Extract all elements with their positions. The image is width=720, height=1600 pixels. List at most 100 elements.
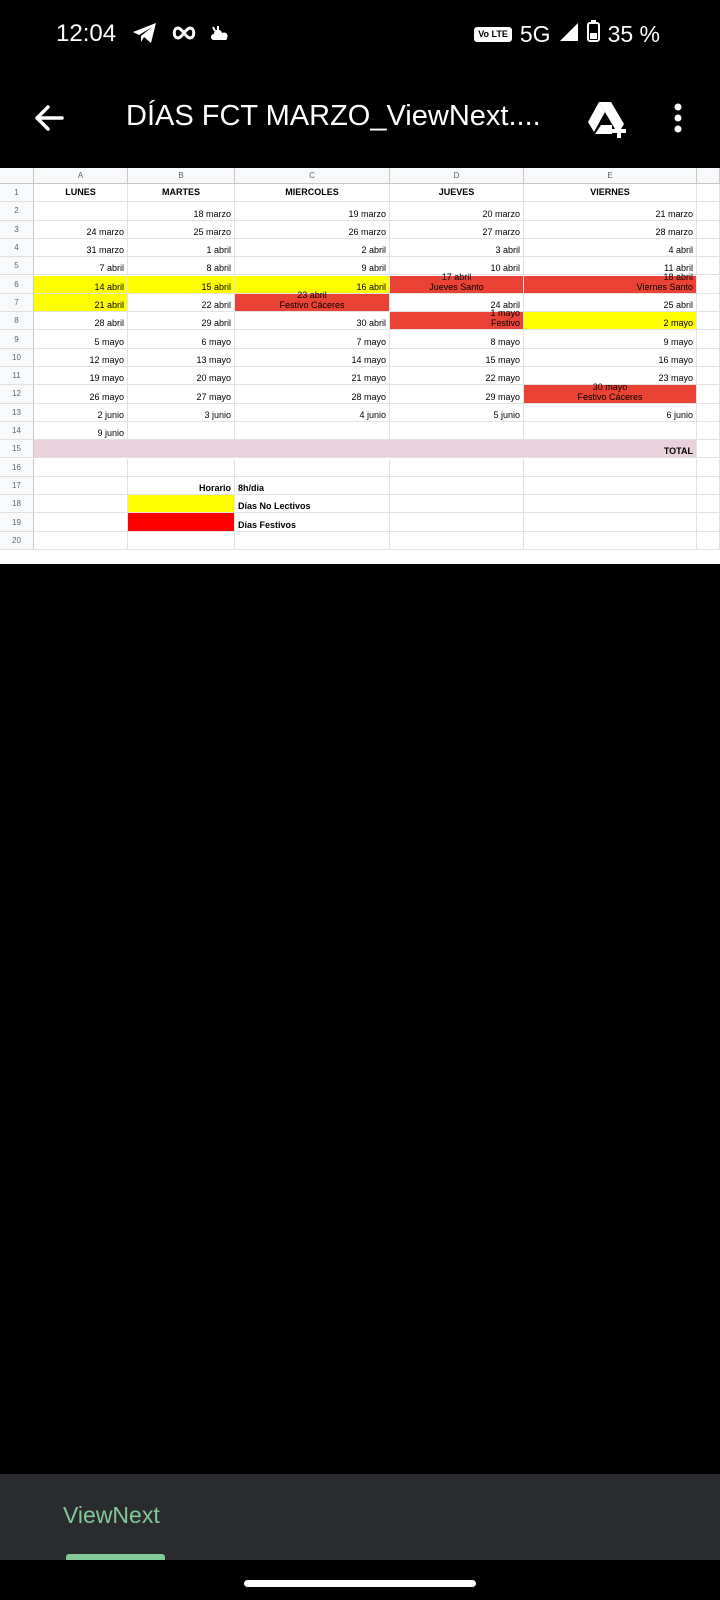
column-header-f[interactable] [697,168,720,184]
cell-e12[interactable]: 30 mayo Festivo Cáceres [524,382,697,404]
row-header-7[interactable]: 7 [0,293,34,313]
cell-b7[interactable]: 22 abril [128,293,235,313]
row-header-9[interactable]: 9 [0,330,34,349]
cell-c7[interactable]: 23 abril Festivo Cáceres [235,290,390,313]
cell-b17[interactable]: Horario [128,476,235,496]
row-header-6[interactable]: 6 [0,275,34,294]
cell-f7[interactable] [697,293,720,313]
cell-c12[interactable]: 28 mayo [235,385,390,404]
cell-c19[interactable]: Días Festivos [235,513,390,532]
row-header-14[interactable]: 14 [0,421,34,441]
cell-f11[interactable] [697,367,720,386]
column-header-c[interactable]: C [235,168,390,184]
cell-a9[interactable]: 5 mayo [34,330,128,349]
row-header-10[interactable]: 10 [0,348,34,367]
row-header-12[interactable]: 12 [0,385,34,404]
cell-c13[interactable]: 4 junio [235,403,390,422]
cell-d4[interactable]: 3 abril [390,238,524,258]
cell-f8[interactable] [697,312,720,331]
row-header-17[interactable]: 17 [0,476,34,496]
cell-a14[interactable]: 9 junio [34,421,128,441]
cell-e20[interactable] [524,531,697,550]
cell-e8[interactable]: 2 mayo [524,312,697,331]
row-header-8[interactable]: 8 [0,312,34,331]
row-header-2[interactable]: 2 [0,202,34,221]
cell-b5[interactable]: 8 abril [128,257,235,276]
row-header-1[interactable]: 1 [0,184,34,203]
back-button[interactable] [30,98,70,138]
cell-a12[interactable]: 26 mayo [34,385,128,404]
day-header-miercoles[interactable]: MIERCOLES [235,184,390,203]
cell-e2[interactable]: 21 marzo [524,202,697,221]
cell-d20[interactable] [390,531,524,550]
column-header-a[interactable]: A [34,168,128,184]
cell-d12[interactable]: 29 mayo [390,385,524,404]
cell-b9[interactable]: 6 mayo [128,330,235,349]
cell-f10[interactable] [697,348,720,367]
home-gesture-bar[interactable] [244,1580,476,1587]
cell-e18[interactable] [524,495,697,514]
cell-f18[interactable] [697,495,720,514]
more-options-button[interactable] [668,100,688,140]
cell-c11[interactable]: 21 mayo [235,367,390,386]
cell-e7[interactable]: 25 abril [524,293,697,313]
cell-d3[interactable]: 27 marzo [390,220,524,239]
cell-d13[interactable]: 5 junio [390,403,524,422]
cell-f2[interactable] [697,202,720,221]
row-header-19[interactable]: 19 [0,513,34,532]
cell-a11[interactable]: 19 mayo [34,367,128,386]
cell-f20[interactable] [697,531,720,550]
select-all-corner[interactable] [0,168,34,184]
cell-a5[interactable]: 7 abril [34,257,128,276]
cell-b13[interactable]: 3 junio [128,403,235,422]
cell-e13[interactable]: 6 junio [524,403,697,422]
cell-c18[interactable]: Días No Lectivos [235,495,390,514]
cell-f16[interactable] [697,458,720,477]
column-header-e[interactable]: E [524,168,697,184]
cell-a17[interactable] [34,476,128,496]
cell-c4[interactable]: 2 abril [235,238,390,258]
cell-a3[interactable]: 24 marzo [34,220,128,239]
cell-d9[interactable]: 8 mayo [390,330,524,349]
day-header-lunes[interactable]: LUNES [34,184,128,203]
cell-b12[interactable]: 27 mayo [128,385,235,404]
cell-f14[interactable] [697,421,720,441]
cell-f9[interactable] [697,330,720,349]
cell-b4[interactable]: 1 abril [128,238,235,258]
day-header-martes[interactable]: MARTES [128,184,235,203]
cell-e10[interactable]: 16 mayo [524,348,697,367]
cell-a6[interactable]: 14 abril [34,275,128,294]
cell-a20[interactable] [34,531,128,550]
cell-a4[interactable]: 31 marzo [34,238,128,258]
cell-f5[interactable] [697,257,720,276]
cell-f12[interactable] [697,385,720,404]
cell-c17[interactable]: 8h/dia [235,476,390,496]
cell-b6[interactable]: 15 abril [128,275,235,294]
cell-c2[interactable]: 19 marzo [235,202,390,221]
day-header-jueves[interactable]: JUEVES [390,184,524,203]
cell-a8[interactable]: 28 abril [34,312,128,331]
cell-d18[interactable] [390,495,524,514]
cell-f15[interactable] [697,440,720,459]
add-to-drive-button[interactable] [586,98,628,140]
column-header-b[interactable]: B [128,168,235,184]
cell-c5[interactable]: 9 abril [235,257,390,276]
cell-c9[interactable]: 7 mayo [235,330,390,349]
cell-a10[interactable]: 12 mayo [34,348,128,367]
cell-c8[interactable]: 30 abril [235,312,390,331]
cell-d6[interactable]: 17 abril Jueves Santo [390,272,524,294]
cell-f4[interactable] [697,238,720,258]
cell-f17[interactable] [697,476,720,496]
column-header-d[interactable]: D [390,168,524,184]
cell-b2[interactable]: 18 marzo [128,202,235,221]
cell-b20[interactable] [128,531,235,550]
cell-e4[interactable]: 4 abril [524,238,697,258]
cell-d2[interactable]: 20 marzo [390,202,524,221]
row-header-3[interactable]: 3 [0,220,34,239]
cell-c20[interactable] [235,531,390,550]
row-header-16[interactable]: 16 [0,458,34,477]
total-row[interactable]: TOTAL [34,440,697,459]
row-header-11[interactable]: 11 [0,367,34,386]
cell-c10[interactable]: 14 mayo [235,348,390,367]
sheet-tab-viewnext[interactable]: ViewNext [63,1502,160,1529]
